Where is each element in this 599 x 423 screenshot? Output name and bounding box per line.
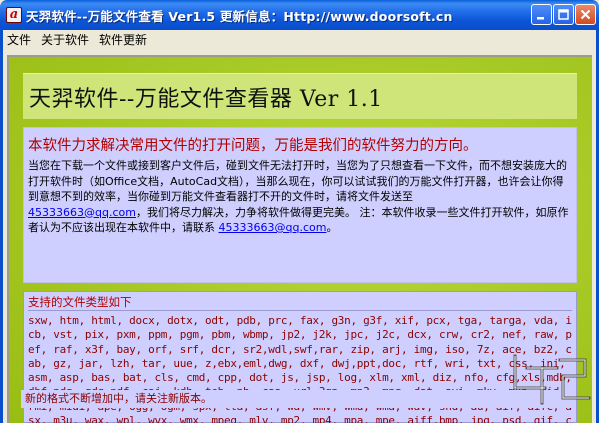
file-types-heading: 支持的文件类型如下	[28, 295, 132, 309]
page-title: 天羿软件--万能文件查看器 Ver 1.1	[29, 86, 383, 112]
info-panel: 本软件力求解决常用文件的打开问题，万能是我们的软件努力的方向。 当您在下载一个文…	[23, 127, 577, 283]
info-paragraph-1: 当您在下载一个文件或接到客户文件后，碰到文件无法打开时，当您为了只想查看一下文件…	[28, 159, 567, 203]
header-panel: 天羿软件--万能文件查看器 Ver 1.1	[23, 73, 577, 119]
menu-file[interactable]: 文件	[3, 31, 36, 48]
maximize-icon	[558, 9, 569, 20]
info-headline: 本软件力求解决常用文件的打开问题，万能是我们的软件努力的方向。	[28, 138, 478, 154]
info-paragraph-3: 。	[326, 221, 338, 234]
divider	[28, 310, 572, 311]
email-link-2[interactable]: 45333663@qq.com	[219, 221, 327, 234]
main-frame: 天羿软件--万能文件查看器 Ver 1.1 本软件力求解决常用文件的打开问题，万…	[0, 49, 599, 423]
title-bar[interactable]: a 天羿软件--万能文件查看 Ver1.5 更新信息：Http://www.do…	[0, 0, 599, 30]
app-icon[interactable]: a	[6, 7, 22, 23]
menu-about[interactable]: 关于软件	[36, 31, 94, 48]
email-link-1[interactable]: 45333663@qq.com	[28, 206, 136, 219]
content-area: 天羿软件--万能文件查看器 Ver 1.1 本软件力求解决常用文件的打开问题，万…	[7, 55, 592, 423]
minimize-button[interactable]	[531, 4, 552, 25]
close-icon	[580, 9, 591, 20]
minimize-icon	[537, 17, 544, 20]
info-text: 当您在下载一个文件或接到客户文件后，碰到文件无法打开时，当您为了只想查看一下文件…	[28, 158, 574, 236]
close-button[interactable]	[575, 4, 596, 25]
maximize-button[interactable]	[553, 4, 574, 25]
menu-update[interactable]: 软件更新	[94, 31, 152, 48]
menu-bar: 文件 关于软件 软件更新	[0, 30, 599, 49]
window-title: 天羿软件--万能文件查看 Ver1.5 更新信息：Http://www.door…	[26, 8, 453, 24]
file-types-footer: 新的格式不断增加中，请关注新版本。	[21, 390, 575, 408]
